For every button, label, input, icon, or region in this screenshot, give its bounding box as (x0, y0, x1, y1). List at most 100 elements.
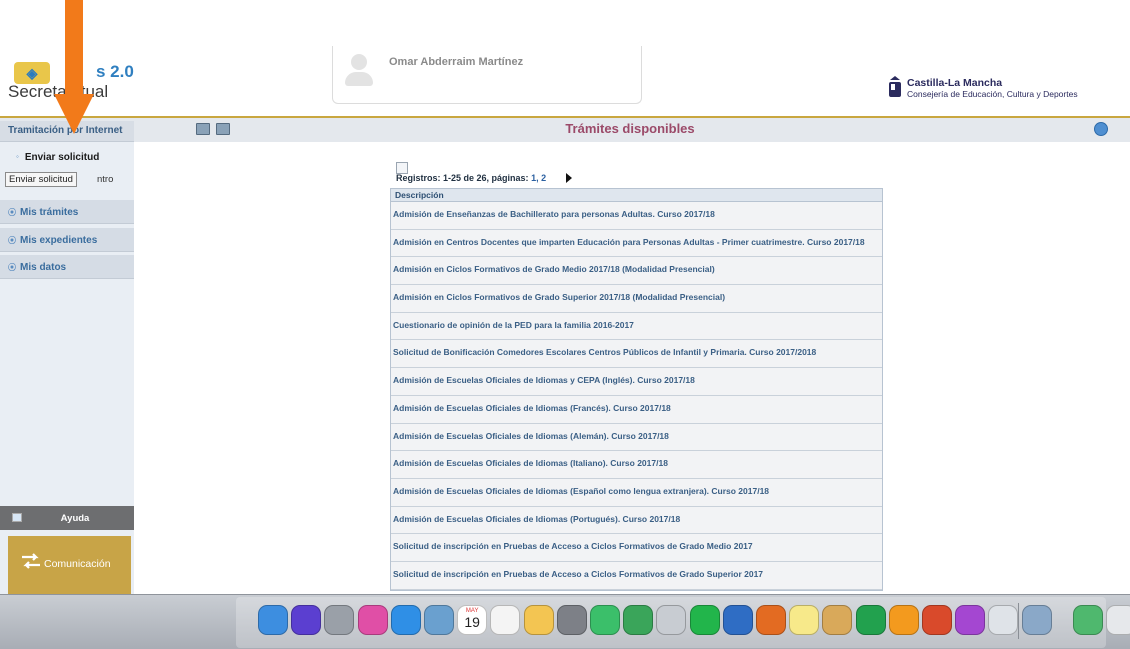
reminders-icon[interactable] (490, 605, 521, 635)
notes-icon[interactable] (789, 605, 820, 635)
logo-badge: ◈ (14, 62, 50, 84)
scrubber-icon[interactable] (988, 605, 1019, 635)
excel-icon[interactable] (855, 605, 886, 635)
pagination-text: Registros: 1-25 de 26, páginas: 1, 2 (396, 173, 546, 183)
bullet-icon: ⦿ (8, 263, 16, 272)
avatar (345, 54, 373, 90)
ibooks-icon[interactable] (888, 605, 919, 635)
row-link[interactable]: Admisión en Centros Docentes que imparte… (393, 237, 865, 247)
calendar-icon[interactable]: MAY 19 (457, 605, 488, 635)
jccm-emblem-icon (889, 76, 901, 97)
page-link-2[interactable]: 2 (541, 173, 546, 183)
imovie-icon[interactable] (955, 605, 986, 635)
row-link[interactable]: Admisión de Escuelas Oficiales de Idioma… (393, 431, 669, 441)
tooltip: Enviar solicitud (5, 172, 77, 187)
app-window: ◈ s 2.0 Secreta irtual Omar Abderraim Ma… (0, 0, 1130, 649)
table-row[interactable]: Admisión de Escuelas Oficiales de Idioma… (391, 506, 882, 535)
bullet-icon: ⦿ (8, 208, 16, 217)
airplane-icon[interactable] (656, 605, 687, 635)
row-link[interactable]: Admisión de Escuelas Oficiales de Idioma… (393, 403, 671, 413)
user-card: Omar Abderraim Martínez (332, 46, 642, 104)
table-row[interactable]: Admisión de Escuelas Oficiales de Idioma… (391, 423, 882, 452)
spotify-icon[interactable] (689, 605, 720, 635)
help-icon[interactable] (1094, 122, 1108, 136)
bullet-icon: ◦ (16, 152, 19, 161)
dock-separator (1018, 603, 1019, 639)
table-row[interactable]: Solicitud de inscripción en Pruebas de A… (391, 534, 882, 562)
header: ◈ s 2.0 Secreta irtual Omar Abderraim Ma… (0, 0, 1130, 116)
arrows-exchange-icon (22, 553, 40, 569)
table-row[interactable]: Admisión en Ciclos Formativos de Grado S… (391, 285, 882, 313)
row-link[interactable]: Admisión de Escuelas Oficiales de Idioma… (393, 458, 668, 468)
row-link[interactable]: Solicitud de inscripción en Pruebas de A… (393, 569, 763, 579)
siri-icon[interactable] (291, 605, 322, 635)
row-link[interactable]: Cuestionario de opinión de la PED para l… (393, 320, 634, 330)
firefox-icon[interactable] (756, 605, 786, 635)
jccm-logo[interactable]: Castilla-La Mancha Consejería de Educaci… (888, 76, 1088, 106)
table-row[interactable]: Admisión de Escuelas Oficiales de Idioma… (391, 478, 882, 507)
itunes-icon[interactable] (357, 605, 388, 635)
table-row[interactable]: Admisión de Enseñanzas de Bachillerato p… (391, 202, 882, 230)
sidebar-item-enviar-solicitud[interactable]: ◦ Enviar solicitud (16, 152, 99, 163)
row-link[interactable]: Solicitud de inscripción en Pruebas de A… (393, 541, 753, 551)
macos-dock: MAY 19 (0, 594, 1130, 649)
next-page-icon[interactable] (566, 173, 572, 183)
help-button-label: Ayuda (60, 513, 90, 524)
row-link[interactable]: Admisión de Enseñanzas de Bachillerato p… (393, 209, 715, 219)
table-row[interactable]: Admisión de Escuelas Oficiales de Idioma… (391, 451, 882, 479)
procedures-table: Descripción Admisión de Enseñanzas de Ba… (390, 188, 883, 591)
system-preferences-icon[interactable] (556, 605, 587, 635)
preview-icon[interactable] (424, 605, 454, 635)
row-link[interactable]: Admisión de Escuelas Oficiales de Idioma… (393, 514, 680, 524)
calculator-icon[interactable] (822, 605, 853, 635)
table-row[interactable]: Cuestionario de opinión de la PED para l… (391, 312, 882, 341)
app-store-icon[interactable] (590, 605, 620, 635)
table-header: Descripción (391, 189, 882, 202)
sidebar-hidden-item-tail[interactable]: ntro (97, 174, 113, 185)
screenshot-icon[interactable] (1072, 605, 1103, 635)
finder-icon[interactable] (258, 605, 288, 635)
table-row[interactable]: Admisión de Escuelas Oficiales de Idioma… (391, 395, 882, 424)
help-button[interactable]: Ayuda (0, 506, 134, 530)
sidebar-item-label: Enviar solicitud (24, 152, 100, 163)
sidebar: Tramitación por Internet ◦ Enviar solicit… (0, 121, 134, 594)
bullet-icon: ⦿ (8, 236, 16, 245)
photos-icon[interactable] (523, 605, 554, 635)
powerpoint-icon[interactable] (922, 605, 952, 635)
jccm-name: Castilla-La Mancha (907, 77, 1003, 89)
evernote-icon[interactable] (623, 605, 654, 635)
row-link[interactable]: Admisión en Ciclos Formativos de Grado S… (393, 292, 725, 302)
sidebar-item-mis-expedientes[interactable]: ⦿ Mis expedientes (0, 228, 134, 252)
sidebar-item-mis-tramites[interactable]: ⦿ Mis trámites (0, 200, 134, 224)
pagination: Registros: 1-25 de 26, páginas: 1, 2 (396, 162, 596, 184)
row-link[interactable]: Admisión en Ciclos Formativos de Grado M… (393, 264, 715, 274)
page-link-1[interactable]: 1, (531, 173, 539, 183)
row-link[interactable]: Admisión de Escuelas Oficiales de Idioma… (393, 375, 695, 385)
page-title: Trámites disponibles (565, 121, 695, 136)
sidebar-item-label: Mis datos (20, 262, 67, 273)
sidebar-item-label: Mis trámites (20, 207, 79, 218)
communication-button[interactable]: Comunicación (8, 536, 131, 594)
table-row[interactable]: Admisión en Centros Docentes que imparte… (391, 229, 882, 258)
launchpad-icon[interactable] (324, 605, 355, 635)
sidebar-item-label: Mis expedientes (20, 235, 98, 246)
title-bar: Trámites disponibles (0, 116, 1130, 142)
trash-icon[interactable] (1106, 605, 1130, 635)
table-row[interactable]: Solicitud de Bonificación Comedores Esco… (391, 340, 882, 369)
image-capture-icon[interactable] (1021, 605, 1052, 635)
row-link[interactable]: Solicitud de Bonificación Comedores Esco… (393, 347, 816, 357)
table-row[interactable]: Admisión en Ciclos Formativos de Grado M… (391, 257, 882, 286)
row-link[interactable]: Admisión de Escuelas Oficiales de Idioma… (393, 486, 769, 496)
word-icon[interactable] (722, 605, 753, 635)
column-header-descripcion: Descripción (395, 190, 444, 200)
table-row[interactable]: Solicitud de inscripción en Pruebas de A… (391, 561, 882, 590)
logo-version: s 2.0 (96, 62, 134, 81)
communication-label: Comunicación (44, 558, 111, 570)
calendar-day: 19 (464, 614, 480, 630)
user-name: Omar Abderraim Martínez (389, 56, 524, 68)
table-row[interactable]: Admisión de Escuelas Oficiales de Idioma… (391, 368, 882, 396)
safari-icon[interactable] (390, 605, 421, 635)
annotation-arrow-icon (54, 0, 94, 134)
record-count: Registros: 1-25 de 26, páginas: (396, 173, 529, 183)
sidebar-item-mis-datos[interactable]: ⦿ Mis datos (0, 255, 134, 279)
